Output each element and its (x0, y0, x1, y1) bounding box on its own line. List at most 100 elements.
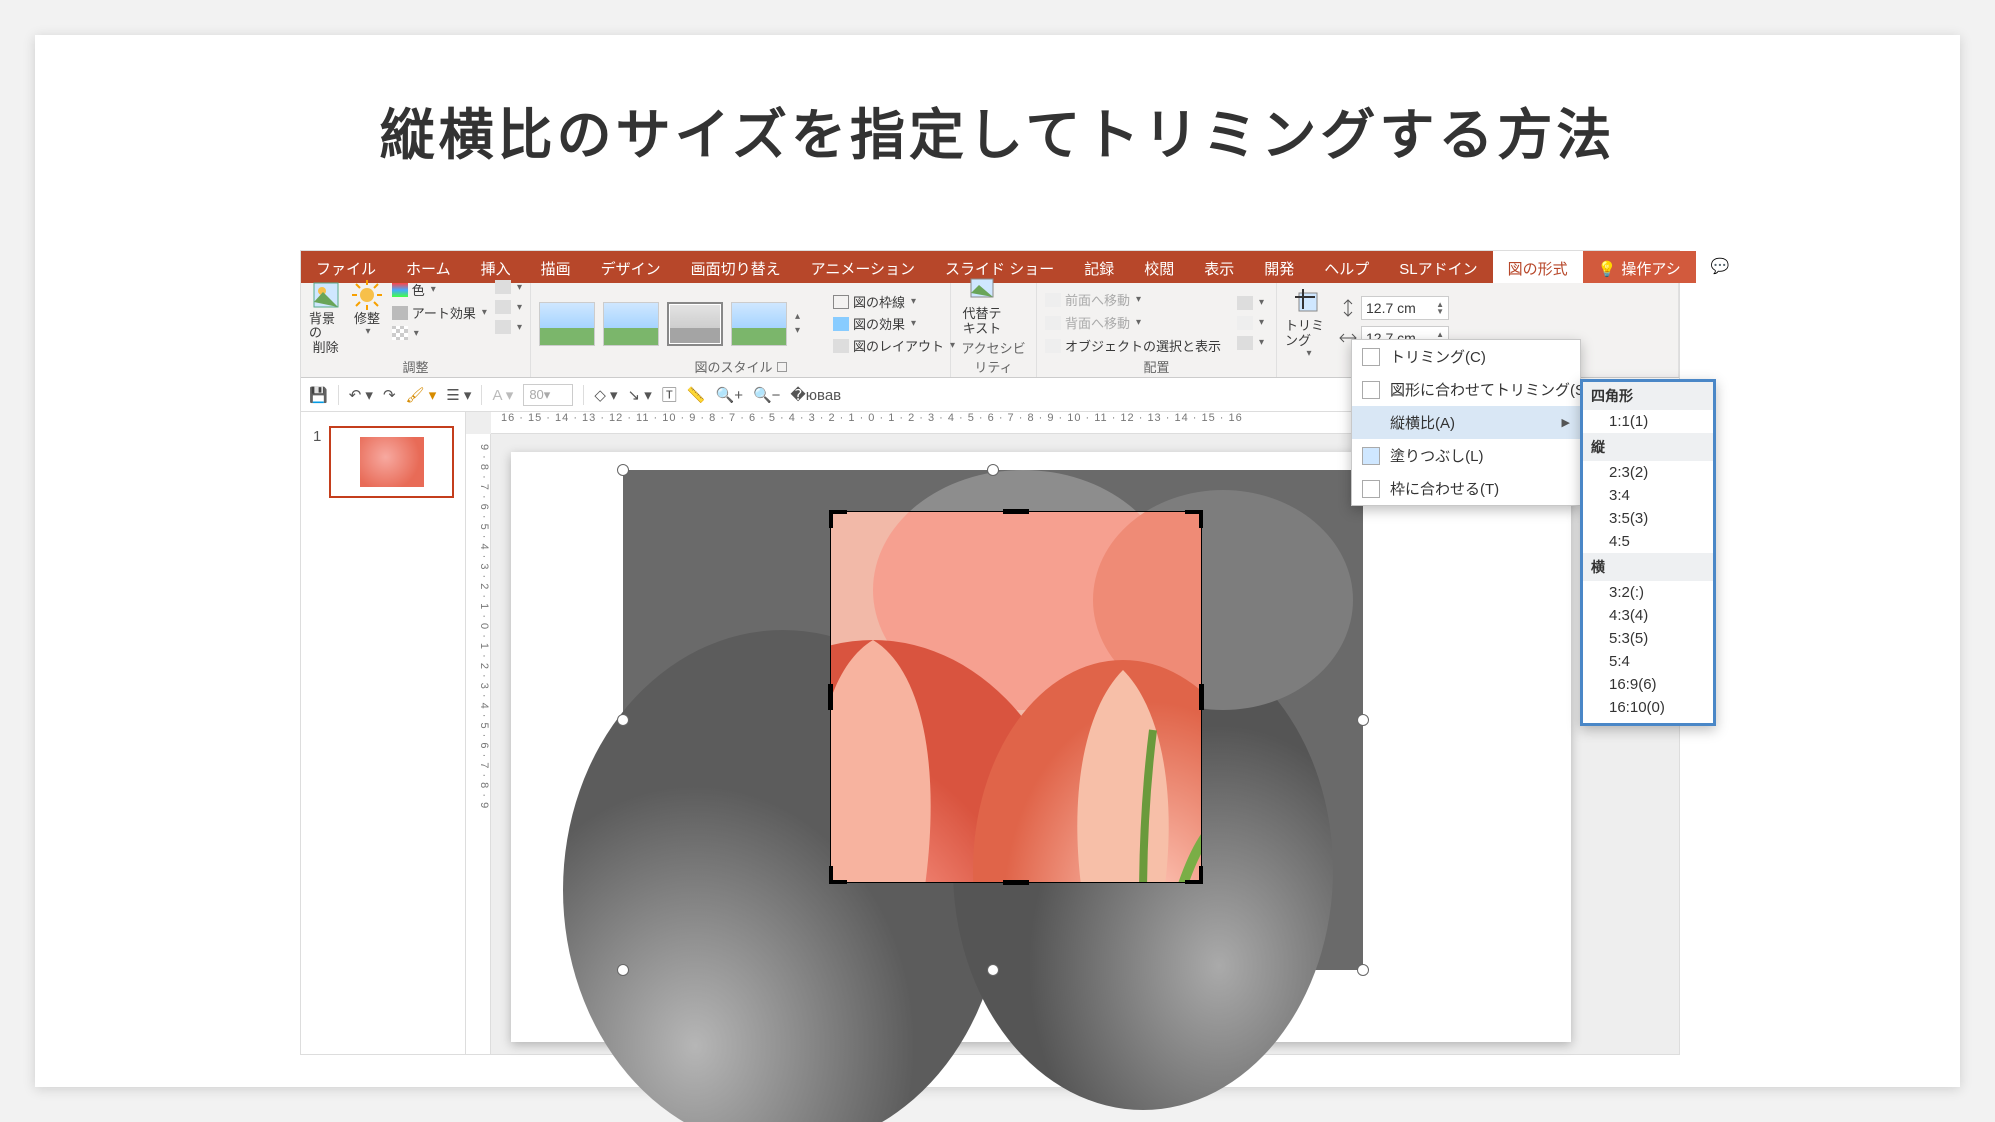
shapes-icon[interactable]: ◇ ▾ (594, 386, 617, 404)
crop-handle[interactable] (828, 684, 833, 710)
tab-sladdin[interactable]: SLアドイン (1384, 251, 1492, 283)
textbox-icon[interactable]: 🅃 (662, 384, 677, 405)
compress-button[interactable]: ▾ (495, 280, 522, 294)
crop-handle[interactable] (1185, 866, 1203, 884)
slide-thumbnail-panel (301, 412, 466, 1054)
save-icon[interactable]: 💾 (309, 386, 328, 404)
crop-handle[interactable] (829, 866, 847, 884)
tab-animation[interactable]: アニメーション (796, 251, 930, 283)
font-size-input[interactable]: 80 ▾ (523, 384, 573, 406)
styles-more-button[interactable]: ▴▾ (795, 311, 815, 336)
zoom-in-icon[interactable]: 🔍+ (716, 386, 743, 404)
menu-crop-to-shape[interactable]: 図形に合わせてトリミング(S)▶ (1352, 373, 1580, 406)
aspect-4-5[interactable]: 4:5 (1583, 530, 1713, 553)
change-picture-button[interactable]: ▾ (495, 300, 522, 314)
aspect-header-portrait: 縦 (1583, 433, 1713, 461)
aspect-5-3[interactable]: 5:3(5) (1583, 627, 1713, 650)
slide-thumbnail-1[interactable] (329, 426, 454, 498)
crop-handle[interactable] (1199, 684, 1204, 710)
group-label-arrange: 配置 (1045, 357, 1268, 376)
artistic-effects-button[interactable]: アート効果▾ (392, 303, 487, 322)
crop-button[interactable]: トリミング▾ (1285, 287, 1331, 359)
style-thumb-2[interactable] (603, 302, 659, 346)
tab-record[interactable]: 記録 (1069, 251, 1129, 283)
crop-rectangle[interactable] (831, 512, 1201, 882)
selection-handle[interactable] (617, 464, 629, 476)
format-painter-icon[interactable]: 🖌 ▾ (406, 386, 437, 404)
bulb-icon: 💡 (1598, 260, 1617, 278)
picture-layout-button[interactable]: 図のレイアウト▾ (833, 336, 955, 355)
group-label-adjust: 調整 (309, 357, 522, 376)
aspect-3-5[interactable]: 3:5(3) (1583, 507, 1713, 530)
tab-home[interactable]: ホーム (391, 251, 466, 283)
tab-draw[interactable]: 描画 (526, 251, 586, 283)
menu-crop[interactable]: トリミング(C) (1352, 340, 1580, 373)
crop-handle[interactable] (829, 510, 847, 528)
aspect-2-3[interactable]: 2:3(2) (1583, 461, 1713, 484)
align-button[interactable]: ▾ (1237, 296, 1264, 310)
aspect-3-2[interactable]: 3:2(:) (1583, 581, 1713, 604)
picture-styles-gallery[interactable]: ▴▾ (539, 302, 815, 346)
aspect-16-9[interactable]: 16:9(6) (1583, 673, 1713, 696)
redo-icon[interactable]: ↷ (383, 386, 396, 404)
crop-handle[interactable] (1003, 509, 1029, 514)
selection-handle[interactable] (617, 714, 629, 726)
selection-handle[interactable] (1357, 714, 1369, 726)
tab-help[interactable]: ヘルプ (1309, 251, 1384, 283)
powerpoint-screenshot: ファイル ホーム 挿入 描画 デザイン 画面切り替え アニメーション スライド … (300, 250, 1680, 1055)
style-thumb-1[interactable] (539, 302, 595, 346)
send-backward-button[interactable]: 背面へ移動▾ (1045, 313, 1221, 332)
menu-aspect-ratio[interactable]: 縦横比(A)▶ (1352, 406, 1580, 439)
tab-insert[interactable]: 挿入 (466, 251, 526, 283)
tab-tellme[interactable]: 💡操作アシ (1583, 251, 1696, 283)
selection-handle[interactable] (1357, 964, 1369, 976)
crop-handle[interactable] (1003, 880, 1029, 885)
connector-icon[interactable]: ↘ ▾ (628, 386, 652, 404)
bring-forward-button[interactable]: 前面へ移動▾ (1045, 290, 1221, 309)
alt-text-button[interactable]: 代替テキスト (959, 275, 1005, 336)
group-button[interactable]: ▾ (1237, 316, 1264, 330)
comments-icon[interactable]: 💬 (1696, 251, 1726, 283)
dialog-launcher-icon[interactable] (777, 362, 787, 372)
selection-pane-button[interactable]: オブジェクトの選択と表示 (1045, 336, 1221, 355)
selection-handle[interactable] (987, 964, 999, 976)
undo-icon[interactable]: ↶ ▾ (349, 386, 373, 404)
qat-more-icon[interactable]: �ював (790, 386, 841, 404)
aspect-3-4[interactable]: 3:4 (1583, 484, 1713, 507)
ruler-icon[interactable]: 📏 (687, 386, 706, 404)
picture-effects-button[interactable]: 図の効果▾ (833, 314, 955, 333)
slide-canvas[interactable] (511, 452, 1571, 1042)
cropped-image[interactable] (623, 470, 1363, 970)
tab-view[interactable]: 表示 (1189, 251, 1249, 283)
style-thumb-3[interactable] (667, 302, 723, 346)
aspect-header-landscape: 横 (1583, 553, 1713, 581)
style-thumb-4[interactable] (731, 302, 787, 346)
selection-handle[interactable] (617, 964, 629, 976)
spin-buttons[interactable]: ▲▼ (1436, 301, 1444, 315)
effects-icon (833, 317, 849, 331)
aspect-1-1[interactable]: 1:1(1) (1583, 410, 1713, 433)
tab-transition[interactable]: 画面切り替え (676, 251, 796, 283)
remove-background-button[interactable]: 背景の 削除 (309, 280, 342, 355)
crop-handle[interactable] (1185, 510, 1203, 528)
corrections-button[interactable]: 修整▾ (350, 280, 383, 337)
menu-fill[interactable]: 塗りつぶし(L) (1352, 439, 1580, 472)
tab-picture-format[interactable]: 図の形式 (1493, 251, 1583, 283)
aspect-4-3[interactable]: 4:3(4) (1583, 604, 1713, 627)
tab-design[interactable]: デザイン (586, 251, 676, 283)
reset-picture-button[interactable]: ▾ (495, 320, 522, 334)
rotate-button[interactable]: ▾ (1237, 336, 1264, 350)
zoom-out-icon[interactable]: 🔍− (753, 386, 780, 404)
tab-developer[interactable]: 開発 (1249, 251, 1309, 283)
aspect-5-4[interactable]: 5:4 (1583, 650, 1713, 673)
transparency-button[interactable]: ▾ (392, 326, 487, 340)
height-input[interactable]: 12.7 cm▲▼ (1361, 296, 1449, 320)
selection-handle[interactable] (987, 464, 999, 476)
menu-fit[interactable]: 枠に合わせる(T) (1352, 472, 1580, 505)
bullets-icon[interactable]: ☰ ▾ (446, 386, 471, 404)
tab-file[interactable]: ファイル (301, 251, 391, 283)
aspect-16-10[interactable]: 16:10(0) (1583, 696, 1713, 719)
tab-review[interactable]: 校閲 (1129, 251, 1189, 283)
picture-border-button[interactable]: 図の枠線▾ (833, 292, 955, 311)
color-button[interactable]: 色▾ (392, 280, 487, 299)
